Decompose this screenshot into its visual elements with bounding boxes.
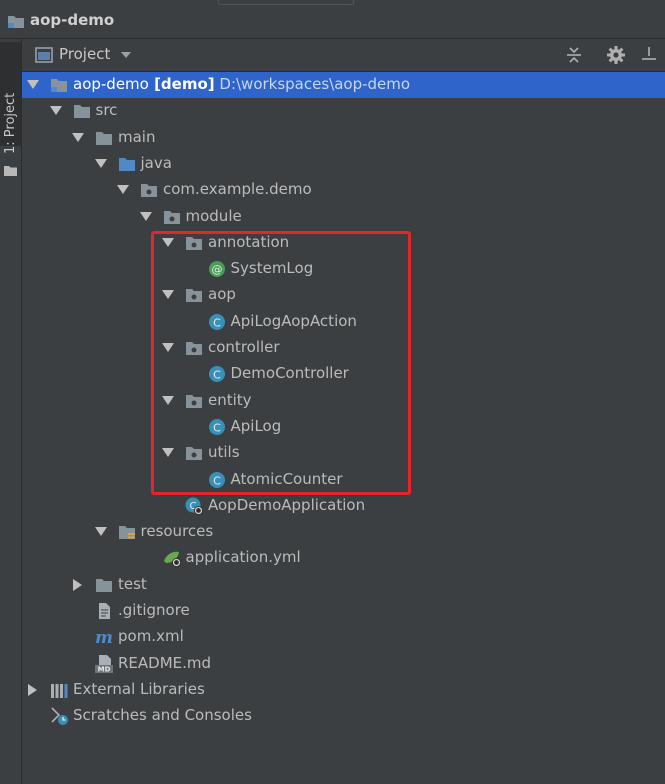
package-icon: [162, 207, 182, 227]
tree-node-label: Scratches and Consoles: [73, 706, 252, 724]
tree-node-label: AopDemoApplication: [208, 496, 365, 514]
tree-node-name: External Libraries: [73, 680, 205, 698]
gear-icon[interactable]: [606, 45, 626, 69]
project-tool-window-tab[interactable]: 1: Project: [0, 42, 21, 176]
hide-icon[interactable]: [640, 45, 658, 69]
tree-node-name: com.example.demo: [163, 180, 312, 198]
expand-arrow-down-icon[interactable]: [94, 159, 107, 168]
tree-node-name: pom.xml: [118, 627, 184, 645]
expand-arrow-down-icon[interactable]: [117, 185, 129, 194]
tree-node-name: test: [118, 575, 147, 593]
tree-node-label: test: [118, 575, 147, 593]
expand-arrow-right-icon[interactable]: [73, 579, 82, 591]
tree-node-label: module: [186, 207, 242, 225]
tree-node[interactable]: m pom.xml: [22, 624, 665, 650]
tree-node[interactable]: aop-demo [demo] D:\workspaces\aop-demo: [22, 72, 665, 98]
folder-icon: [94, 128, 114, 148]
tree-node-name: src: [95, 101, 118, 119]
expand-arrow-down-icon[interactable]: [49, 106, 62, 115]
tree-node-label: External Libraries: [73, 680, 205, 698]
module-name-suffix: [demo]: [148, 75, 215, 93]
editor-tab-ghost: [218, 0, 354, 5]
tree-node-name: aop-demo: [73, 75, 149, 93]
tree-node-label: src: [96, 101, 118, 119]
project-tool-window-label: 1: Project: [3, 92, 18, 154]
tree-node-name: resources: [140, 522, 214, 540]
tree-node-label: java: [141, 154, 172, 172]
markdown-icon: MD: [94, 654, 114, 674]
module-path: D:\workspaces\aop-demo: [214, 75, 411, 93]
spring-yml-icon: [162, 548, 182, 568]
chevron-down-icon[interactable]: [121, 52, 131, 58]
tree-node-label: application.yml: [186, 548, 301, 566]
tree-node-label: resources: [141, 522, 214, 540]
tree-node-label: pom.xml: [118, 627, 184, 645]
tree-node-name: module: [185, 207, 242, 225]
tree-node[interactable]: src: [22, 98, 665, 124]
tree-node-label: aop-demo [demo] D:\workspaces\aop-demo: [73, 75, 410, 93]
tree-node-name: README.md: [118, 654, 212, 672]
tree-node-name: main: [118, 128, 156, 146]
folder-icon: [4, 162, 17, 180]
tree-node[interactable]: com.example.demo: [22, 177, 665, 203]
tree-node-name: application.yml: [185, 548, 301, 566]
tree-node[interactable]: .gitignore: [22, 598, 665, 624]
collapse-all-icon[interactable]: [565, 45, 583, 69]
title-bar: aop-demo: [0, 0, 665, 39]
libraries-icon: [49, 680, 69, 700]
expand-arrow-down-icon[interactable]: [27, 80, 39, 89]
tree-node-name: AopDemoApplication: [208, 496, 366, 514]
tree-node[interactable]: MD README.md: [22, 651, 665, 677]
tree-node[interactable]: application.yml: [22, 545, 665, 571]
svg-text:MD: MD: [98, 666, 111, 674]
tree-node[interactable]: main: [22, 125, 665, 151]
tree-node[interactable]: C AopDemoApplication: [22, 493, 665, 519]
tree-node-label: .gitignore: [118, 601, 190, 619]
tree-node[interactable]: resources: [22, 519, 665, 545]
tree-node-label: com.example.demo: [163, 180, 312, 198]
expand-arrow-right-icon[interactable]: [28, 684, 37, 696]
tree-node[interactable]: java: [22, 151, 665, 177]
module-folder-icon: [49, 75, 69, 95]
tree-node-name: Scratches and Consoles: [73, 706, 252, 724]
tree-node[interactable]: Scratches and Consoles: [22, 703, 665, 729]
spring-class-icon: C: [184, 496, 204, 516]
source-folder-icon: [117, 154, 137, 174]
expand-arrow-down-icon[interactable]: [94, 527, 107, 536]
tree-node-label: main: [118, 128, 155, 146]
project-view-label[interactable]: Project: [59, 45, 110, 63]
text-file-icon: [94, 601, 114, 621]
scratches-icon: [49, 706, 69, 726]
project-panel-header: Project: [22, 39, 665, 72]
tree-node-name: .gitignore: [118, 601, 190, 619]
project-view-icon: [35, 47, 53, 67]
resources-folder-icon: [117, 522, 137, 542]
folder-icon: [94, 575, 114, 595]
expand-arrow-down-icon[interactable]: [139, 212, 152, 221]
module-icon: [7, 13, 25, 33]
maven-icon: m: [94, 627, 114, 648]
window-title: aop-demo: [30, 11, 115, 29]
tree-node-name: java: [140, 154, 172, 172]
package-icon: [139, 180, 159, 200]
tree-node[interactable]: test: [22, 572, 665, 598]
tree-node-label: README.md: [118, 654, 211, 672]
red-highlight-box: [151, 231, 411, 495]
svg-text:m: m: [95, 628, 113, 647]
tree-node[interactable]: External Libraries: [22, 677, 665, 703]
folder-icon: [72, 101, 92, 121]
expand-arrow-down-icon[interactable]: [72, 133, 84, 142]
tree-node[interactable]: module: [22, 204, 665, 230]
